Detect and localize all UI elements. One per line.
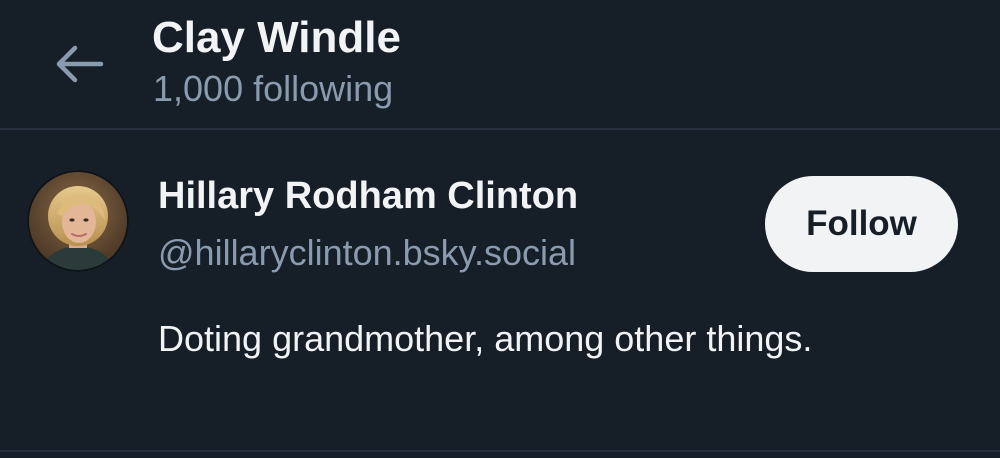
profile-card[interactable]: Hillary Rodham Clinton @hillaryclinton.b… [0, 130, 1000, 452]
back-button[interactable] [44, 36, 114, 92]
avatar[interactable] [27, 170, 129, 272]
display-name[interactable]: Hillary Rodham Clinton [158, 172, 578, 220]
profile-bio: Doting grandmother, among other things. [158, 318, 813, 359]
page-title: Clay Windle [152, 13, 401, 62]
user-handle: @hillaryclinton.bsky.social [158, 232, 577, 273]
following-count: 1,000 following [153, 68, 394, 109]
follow-button[interactable]: Follow [765, 176, 958, 272]
page-header: Clay Windle 1,000 following [0, 0, 1000, 130]
following-list-screen: Clay Windle 1,000 following Hillary Rodh… [0, 0, 1000, 458]
arrow-left-icon [53, 44, 105, 84]
